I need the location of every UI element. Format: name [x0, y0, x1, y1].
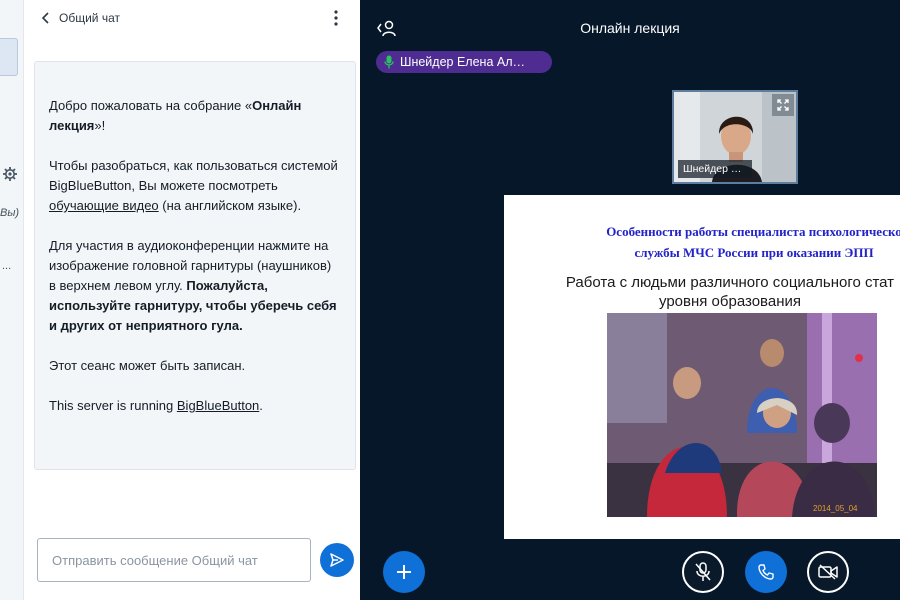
welcome-paragraph-5: This server is running BigBlueButton.	[49, 398, 263, 413]
chat-panel: Общий чат Добро пожаловать на собрание «…	[24, 0, 360, 600]
slide-photo: 2014_05_04	[607, 313, 877, 517]
chat-title[interactable]: Общий чат	[59, 11, 120, 25]
webcam-user-label: Шнейдер …	[678, 160, 752, 178]
webcam-video[interactable]: Шнейдер …	[672, 90, 798, 184]
presentation-slide[interactable]: Особенности работы специалиста психологи…	[504, 195, 900, 539]
talker-name: Шнейдер Елена Ал…	[400, 55, 526, 69]
mute-button[interactable]	[682, 551, 724, 593]
chevron-left-icon[interactable]	[40, 11, 52, 25]
welcome-message: Добро пожаловать на собрание «Онлайн лек…	[34, 61, 356, 470]
gear-icon[interactable]	[2, 166, 18, 182]
video-off-icon	[818, 564, 838, 580]
welcome-paragraph-4: Этот сеанс может быть записан.	[49, 358, 246, 373]
talking-indicator[interactable]: Шнейдер Елена Ал…	[376, 51, 552, 73]
more-vertical-icon[interactable]	[328, 9, 344, 27]
add-actions-button[interactable]	[383, 551, 425, 593]
user-list-strip: Вы) ...	[0, 0, 24, 600]
send-icon	[330, 553, 344, 567]
phone-icon	[758, 564, 774, 580]
bigbluebutton-link[interactable]: BigBlueButton	[177, 398, 259, 413]
user-you-label: Вы)	[0, 207, 20, 219]
plus-icon	[397, 565, 411, 579]
welcome-paragraph-1: Добро пожаловать на собрание «Онлайн лек…	[49, 98, 302, 133]
user-list-selected-item[interactable]	[0, 38, 18, 76]
tutorial-video-link[interactable]: обучающие видео	[49, 198, 159, 213]
photo-date-stamp: 2014_05_04	[813, 504, 858, 513]
welcome-paragraph-3: Для участия в аудиоконференции нажмите н…	[49, 238, 337, 333]
welcome-paragraph-2: Чтобы разобраться, как пользоваться сист…	[49, 158, 338, 213]
main-presentation-area: Онлайн лекция Шнейдер Елена Ал… Шнейдер …	[360, 0, 900, 600]
share-webcam-button[interactable]	[807, 551, 849, 593]
user-truncated-label: ...	[2, 260, 12, 272]
expand-button[interactable]	[772, 94, 794, 116]
slide-heading: Особенности работы специалиста психологи…	[606, 224, 900, 260]
chat-header: Общий чат	[24, 0, 360, 36]
expand-icon	[777, 99, 789, 111]
microphone-off-icon	[695, 562, 711, 581]
meeting-title: Онлайн лекция	[580, 20, 680, 36]
slide-subtitle: Работа с людьми различного социального с…	[565, 274, 895, 310]
chat-message-input[interactable]	[37, 538, 311, 582]
microphone-icon	[384, 55, 394, 69]
leave-audio-button[interactable]	[745, 551, 787, 593]
send-button[interactable]	[320, 543, 354, 577]
